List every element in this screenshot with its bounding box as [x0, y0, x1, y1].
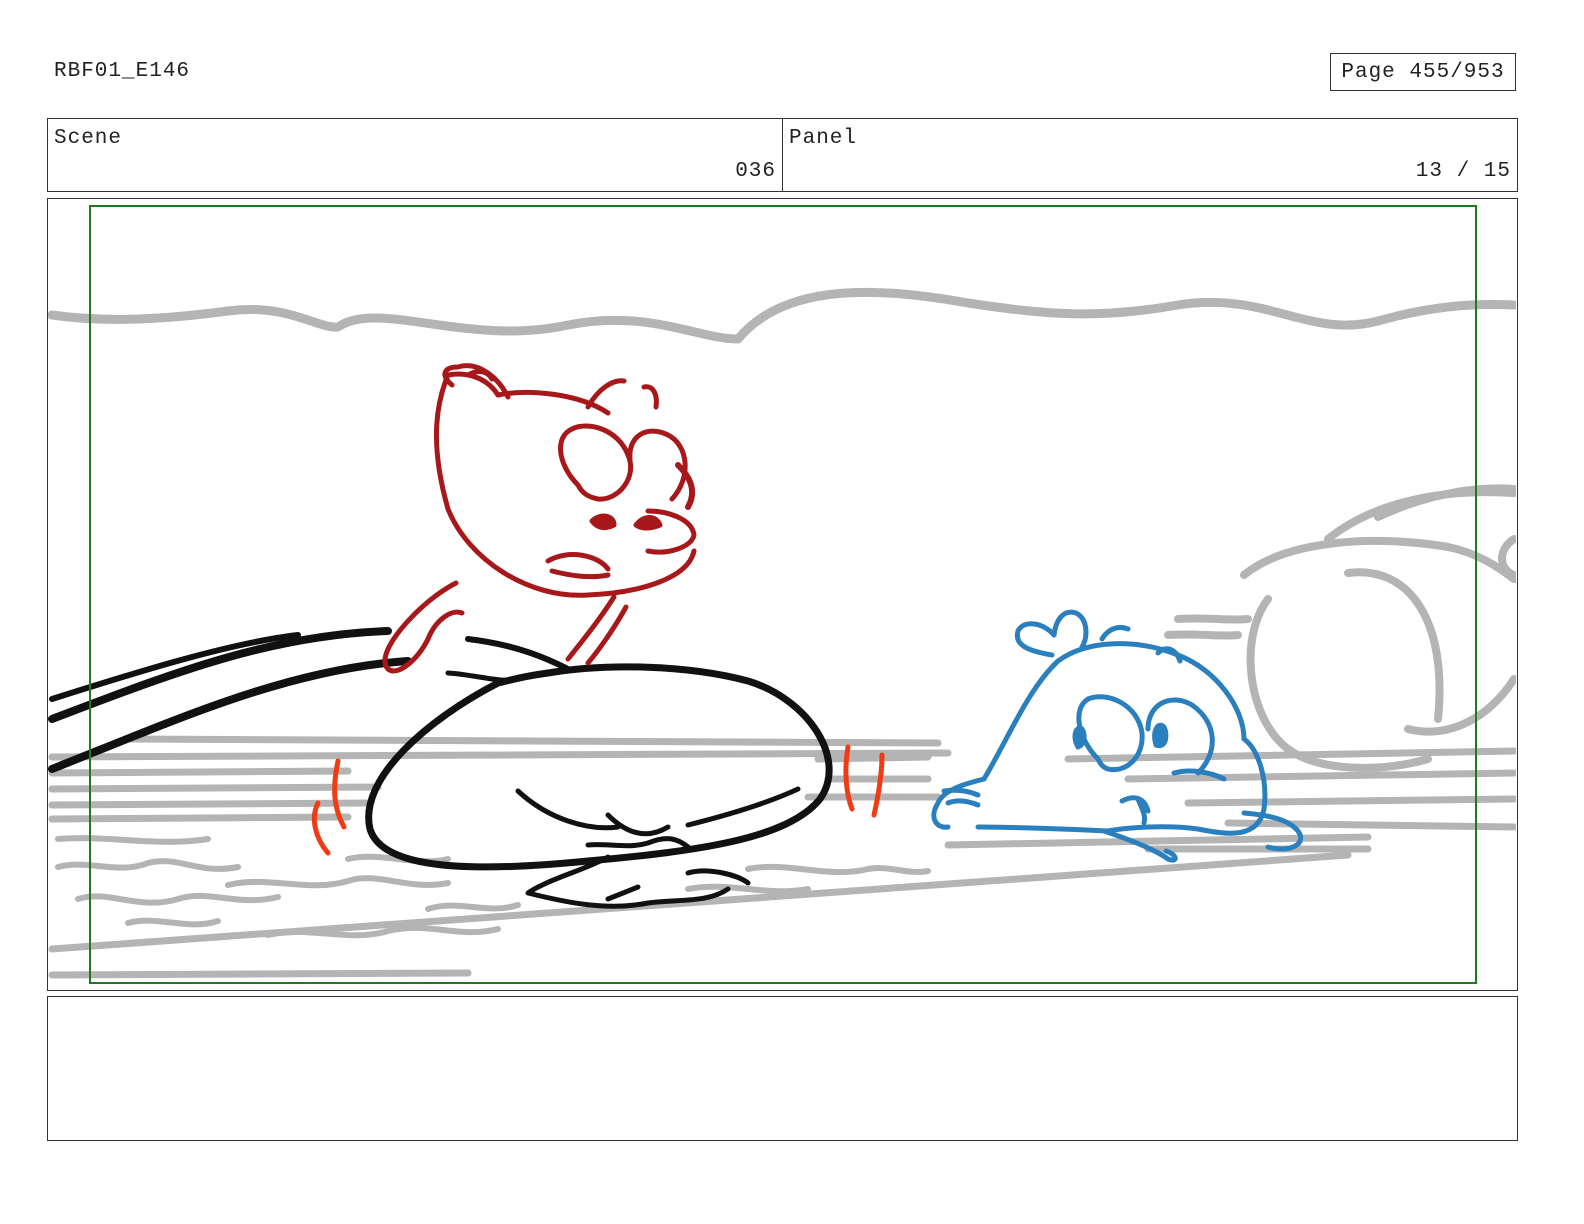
storyboard-frame: [47, 198, 1518, 991]
scene-panel-row: Scene 036 Panel 13 / 15: [47, 118, 1518, 192]
background-sketch: [48, 287, 1516, 979]
document-id: RBF01_E146: [54, 60, 191, 83]
ink-sack: [48, 627, 833, 909]
page-number-box: Page 455/953: [1330, 53, 1516, 91]
scene-number: 036: [735, 160, 776, 183]
notes-box: [47, 996, 1518, 1141]
motion-marks: [311, 744, 885, 856]
panel-cell: Panel 13 / 15: [782, 119, 1517, 191]
floor-planks: [48, 735, 1516, 979]
red-character: [382, 363, 697, 674]
rug-scribbles: [55, 835, 931, 939]
wall-top-line: [48, 287, 1516, 344]
panel-number: 13 / 15: [1415, 160, 1511, 183]
background-object-right: [1164, 484, 1516, 772]
panel-label: Panel: [789, 127, 858, 150]
scene-cell: Scene 036: [48, 119, 782, 191]
scene-label: Scene: [54, 127, 123, 150]
storyboard-drawing: [48, 205, 1516, 984]
